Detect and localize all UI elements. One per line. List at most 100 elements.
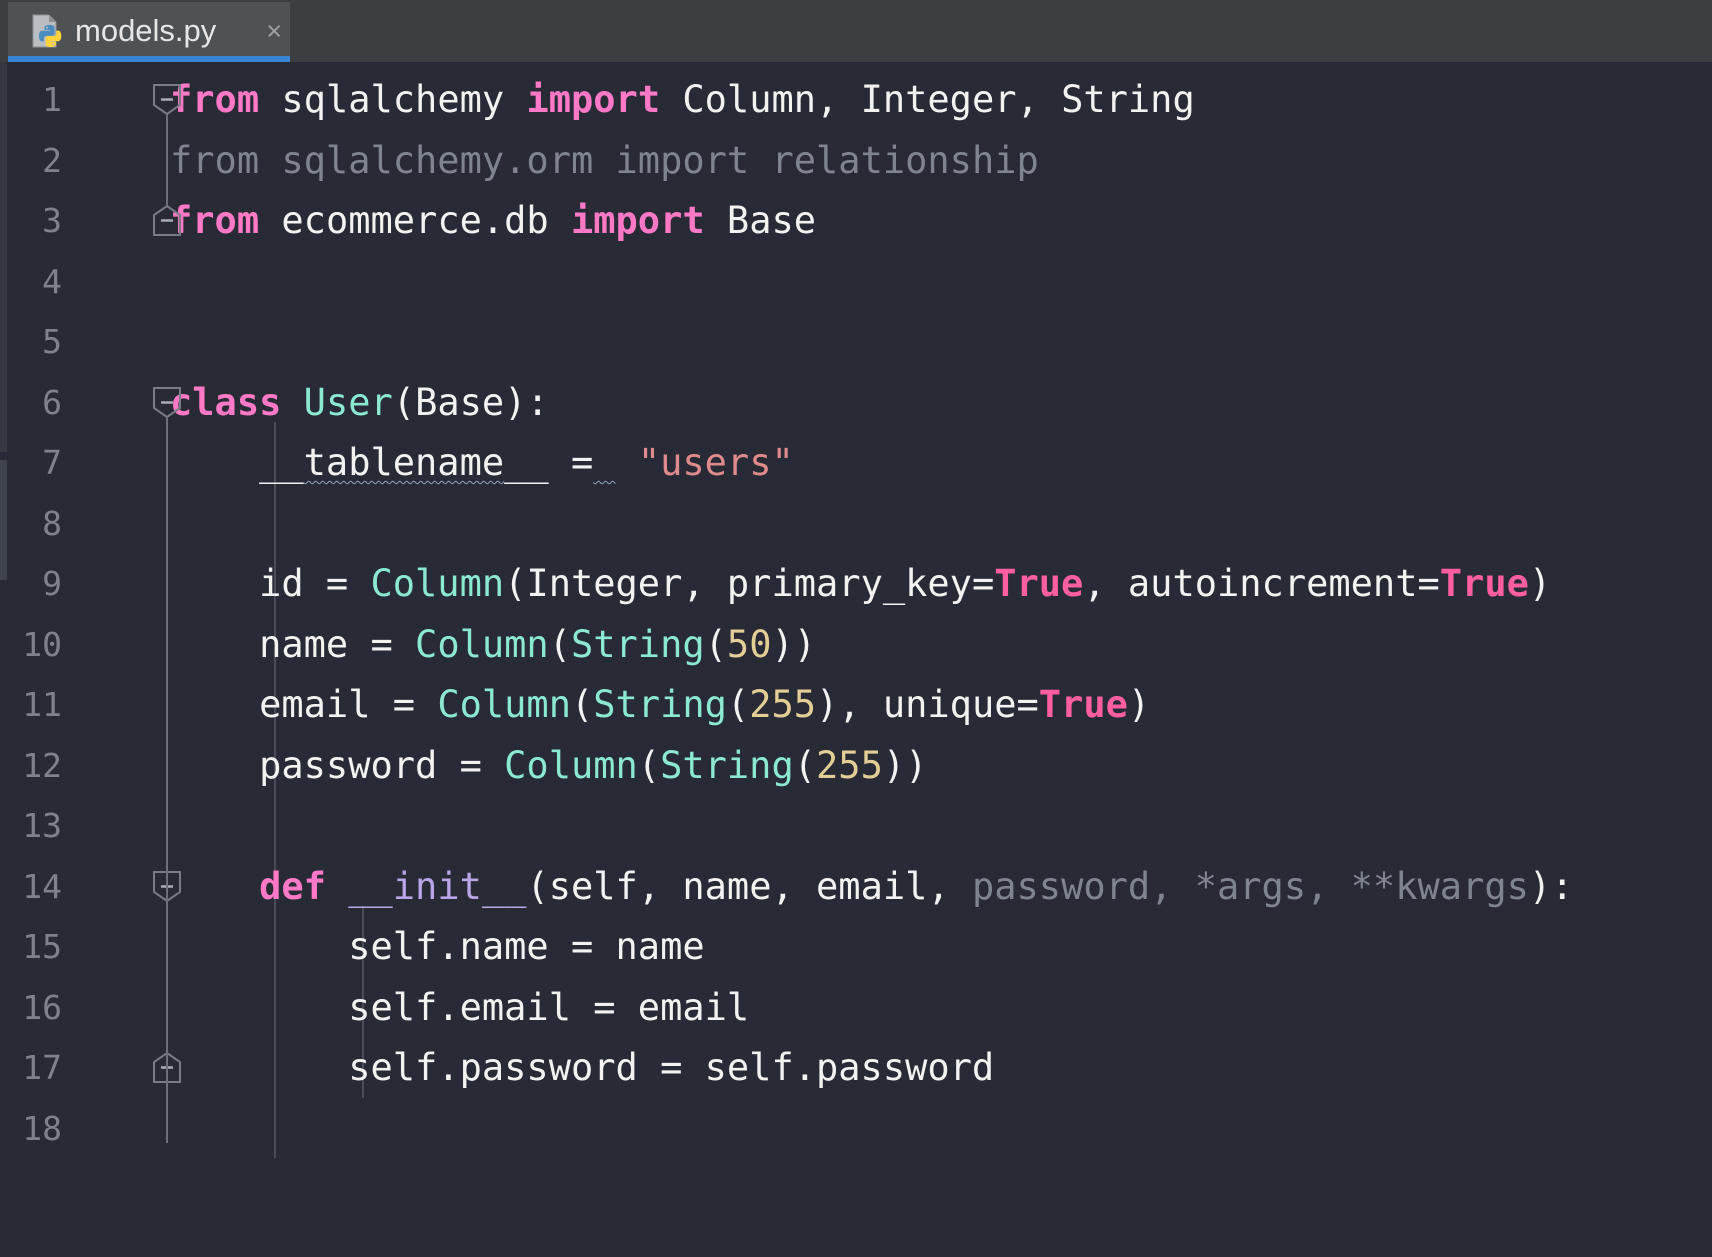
code-text: self.password = self.password [170, 1035, 994, 1101]
line-number: 12 [0, 733, 62, 799]
code-token: Column [370, 562, 504, 605]
code-token: ( [571, 683, 593, 726]
line-number: 10 [0, 612, 62, 678]
code-token: ): [504, 381, 549, 424]
code-token [326, 865, 348, 908]
code-token [259, 199, 281, 242]
code-token: class [170, 381, 281, 424]
code-token: String [571, 623, 705, 666]
code-token: __ [170, 441, 304, 484]
code-token: password = [170, 744, 504, 787]
code-token: Column [437, 683, 571, 726]
code-line-9[interactable]: 9 id = Column(Integer, primary_key=True,… [0, 551, 1712, 617]
line-number: 14 [0, 854, 62, 920]
line-number: 5 [0, 309, 62, 375]
code-token: ( [638, 744, 660, 787]
line-number: 9 [0, 551, 62, 617]
line-number: 16 [0, 975, 62, 1041]
code-token: self [549, 865, 638, 908]
code-token: ( [549, 623, 571, 666]
code-token: self.password = self.password [170, 1046, 994, 1089]
code-token: ) [1529, 562, 1551, 605]
code-token [281, 381, 303, 424]
line-number: 13 [0, 793, 62, 859]
code-text: self.name = name [170, 914, 705, 980]
code-token [170, 865, 259, 908]
code-token: id = [170, 562, 370, 605]
code-line-15[interactable]: 15 self.name = name [0, 914, 1712, 980]
code-token: ( [794, 744, 816, 787]
code-token [705, 199, 727, 242]
code-line-7[interactable]: 7 __tablename__ = "users" [0, 430, 1712, 496]
code-text: from sqlalchemy.orm import relationship [170, 128, 1039, 194]
code-text: name = Column(String(50)) [170, 612, 816, 678]
editor-tab-bar: models.py × [0, 0, 1712, 62]
line-number: 2 [0, 128, 62, 194]
code-token: 255 [816, 744, 883, 787]
code-line-11[interactable]: 11 email = Column(String(255), unique=Tr… [0, 672, 1712, 738]
code-line-17[interactable]: 17 self.password = self.password [0, 1035, 1712, 1101]
code-line-10[interactable]: 10 name = Column(String(50)) [0, 612, 1712, 678]
code-text: __tablename__ = "users" [170, 430, 794, 496]
code-line-12[interactable]: 12 password = Column(String(255)) [0, 733, 1712, 799]
code-line-13[interactable]: 13 [0, 793, 1712, 859]
code-token: sqlalchemy [281, 78, 504, 121]
code-token: tablename [304, 441, 504, 484]
code-token: 50 [727, 623, 772, 666]
code-token: ) [1128, 683, 1150, 726]
code-text: id = Column(Integer, primary_key=True, a… [170, 551, 1551, 617]
code-token: Base [415, 381, 504, 424]
code-token [616, 441, 638, 484]
code-token: )) [771, 623, 816, 666]
code-text: from sqlalchemy import Column, Integer, … [170, 67, 1195, 133]
code-line-1[interactable]: 1from sqlalchemy import Column, Integer,… [0, 67, 1712, 133]
code-text: email = Column(String(255), unique=True) [170, 672, 1150, 738]
code-line-14[interactable]: 14 def __init__(self, name, email, passw… [0, 854, 1712, 920]
code-line-4[interactable]: 4 [0, 249, 1712, 315]
code-text: self.email = email [170, 975, 749, 1041]
line-number: 8 [0, 491, 62, 557]
code-token: ): [1529, 865, 1574, 908]
code-token: ( [526, 865, 548, 908]
line-number: 6 [0, 370, 62, 436]
code-token: "users" [638, 441, 794, 484]
code-token: True [1440, 562, 1529, 605]
code-token: True [1039, 683, 1128, 726]
code-line-8[interactable]: 8 [0, 491, 1712, 557]
line-number: 18 [0, 1096, 62, 1162]
code-line-5[interactable]: 5 [0, 309, 1712, 375]
code-token: relationship [749, 139, 1039, 182]
code-text: def __init__(self, name, email, password… [170, 854, 1573, 920]
code-token: String [593, 683, 727, 726]
close-icon[interactable]: × [266, 18, 282, 45]
editor-tab-models-py[interactable]: models.py × [8, 2, 290, 60]
code-line-6[interactable]: 6class User(Base): [0, 370, 1712, 436]
code-token: ( [727, 683, 749, 726]
code-token [593, 441, 615, 484]
line-number: 4 [0, 249, 62, 315]
code-line-18[interactable]: 18 [0, 1096, 1712, 1162]
code-line-3[interactable]: 3from ecommerce.db import Base [0, 188, 1712, 254]
code-token: ), unique= [816, 683, 1039, 726]
line-number: 3 [0, 188, 62, 254]
code-token: __init__ [348, 865, 526, 908]
code-token: Column [504, 744, 638, 787]
code-token: from [170, 199, 259, 242]
editor-tab-label: models.py [75, 13, 260, 49]
code-token: )) [883, 744, 928, 787]
code-token: , primary_key= [682, 562, 994, 605]
code-token: Column [415, 623, 549, 666]
code-editor-area[interactable]: 1from sqlalchemy import Column, Integer,… [0, 62, 1712, 1257]
code-token: import [526, 78, 660, 121]
code-token: ( [705, 623, 727, 666]
code-token: True [994, 562, 1083, 605]
code-token: ( [504, 562, 526, 605]
code-token: 255 [749, 683, 816, 726]
code-token: self.name = name [170, 925, 705, 968]
code-token [660, 78, 682, 121]
code-token [259, 78, 281, 121]
code-line-2[interactable]: 2 from sqlalchemy.orm import relationship [0, 128, 1712, 194]
code-token [504, 78, 526, 121]
code-token: Column, Integer, String [682, 78, 1194, 121]
code-line-16[interactable]: 16 self.email = email [0, 975, 1712, 1041]
